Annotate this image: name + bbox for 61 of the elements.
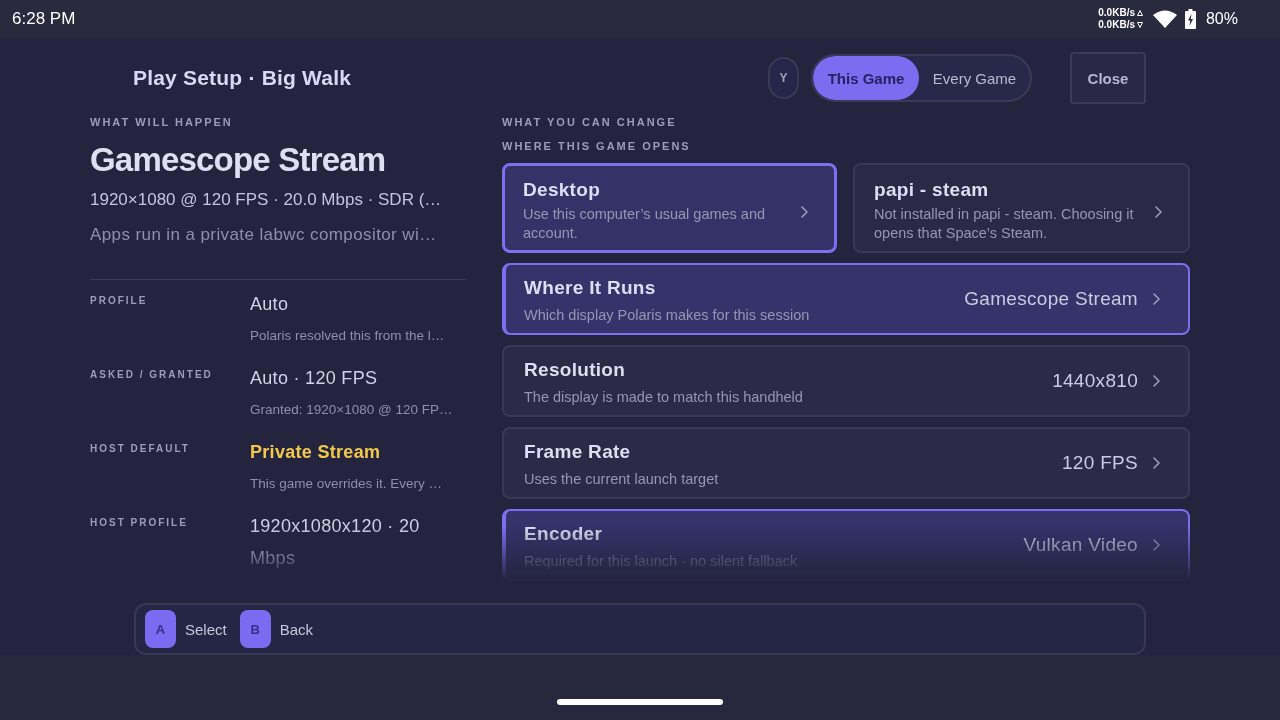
chevron-icon <box>801 206 808 218</box>
fact-label: HOST PROFILE <box>90 516 188 530</box>
destination-card[interactable]: Desktop Use this computer’s usual games and account. <box>502 163 837 253</box>
setting-row[interactable]: Frame Rate Uses the current launch target 120 FPS <box>502 427 1190 499</box>
card-title: Desktop <box>523 178 601 202</box>
upload-speed: 0.0KB/s <box>1098 7 1135 19</box>
summary-detail: Apps run in a private labwc compositor wi… <box>90 224 437 246</box>
triangle-up-icon <box>1136 10 1143 16</box>
setting-description: The display is made to match this handheld <box>524 387 803 407</box>
dialog-title: Play Setup · Big Walk <box>133 66 352 90</box>
battery-percent: 80% <box>1205 10 1238 28</box>
fact-label: ASKED / GRANTED <box>90 368 213 382</box>
section-label: WHAT WILL HAPPEN <box>90 115 233 130</box>
fact-value: Private Stream <box>250 441 381 464</box>
setting-title: Resolution <box>524 357 626 382</box>
setting-description: Which display Polaris makes for this session <box>524 305 810 325</box>
summary-detail: 1920×1080 @ 120 FPS · 20.0 Mbps · SDR (… <box>90 189 442 211</box>
status-time: 6:28 PM <box>12 9 76 29</box>
card-title: papi - steam <box>874 178 989 202</box>
download-speed: 0.0KB/s <box>1098 19 1135 31</box>
battery-charging-icon <box>1184 9 1196 29</box>
card-description: Not installed in papi - steam. Choosing it opens that Space’s Steam. <box>874 205 1135 243</box>
hint-label: Select <box>185 620 227 638</box>
fact-label: PROFILE <box>90 294 148 308</box>
chevron-icon <box>1153 457 1160 469</box>
chevron-icon <box>1153 375 1160 387</box>
scope-tab[interactable]: Every Game <box>919 56 1030 100</box>
group-label: WHERE THIS GAME OPENS <box>502 139 691 154</box>
fact-note: Polaris resolved this from the l… <box>250 327 445 345</box>
setting-value: Vulkan Video <box>1023 534 1138 556</box>
scope-tab[interactable]: This Game <box>813 56 919 100</box>
fact-label: HOST DEFAULT <box>90 442 190 456</box>
home-indicator[interactable] <box>557 699 723 705</box>
setting-row[interactable]: Where It Runs Which display Polaris makes for this session Gamescope Stream <box>502 263 1190 335</box>
section-label: WHAT YOU CAN CHANGE <box>502 115 677 130</box>
summary-title: Gamescope Stream <box>90 142 386 178</box>
setting-row[interactable]: Resolution The display is made to match this handheld 1440x810 <box>502 345 1190 417</box>
fact-value: Auto · 120 FPS <box>250 367 378 390</box>
chevron-icon <box>1153 539 1160 551</box>
setting-title: Encoder <box>524 521 603 546</box>
y-key-button[interactable]: Y <box>768 57 799 99</box>
fact-note: Granted: 1920×1080 @ 120 FP… <box>250 401 453 419</box>
setting-value: Gamescope Stream <box>964 288 1138 310</box>
key-badge: B <box>239 610 271 648</box>
fact-note: This game overrides it. Every … <box>250 475 443 493</box>
key-badge: A <box>145 610 176 648</box>
chevron-icon <box>1153 293 1160 305</box>
card-description: Use this computer’s usual games and account. <box>523 205 767 243</box>
chevron-icon <box>1155 206 1162 218</box>
triangle-down-icon <box>1136 22 1143 28</box>
hint-label: Back <box>279 620 314 638</box>
close-button[interactable]: Close <box>1070 52 1146 104</box>
setting-value: 1440x810 <box>1052 370 1138 392</box>
destination-card[interactable]: papi - steam Not installed in papi - steam. Choosing it opens that Space’s Steam. <box>853 163 1190 253</box>
setting-description: Uses the current launch target <box>524 469 719 489</box>
setting-title: Where It Runs <box>524 275 656 300</box>
fact-value: 1920x1080x120 · 20 Mbps <box>250 515 421 570</box>
setting-title: Frame Rate <box>524 439 631 464</box>
setting-value: 120 FPS <box>1061 452 1138 474</box>
fact-value: Auto <box>250 293 289 316</box>
wifi-icon <box>1152 10 1177 28</box>
